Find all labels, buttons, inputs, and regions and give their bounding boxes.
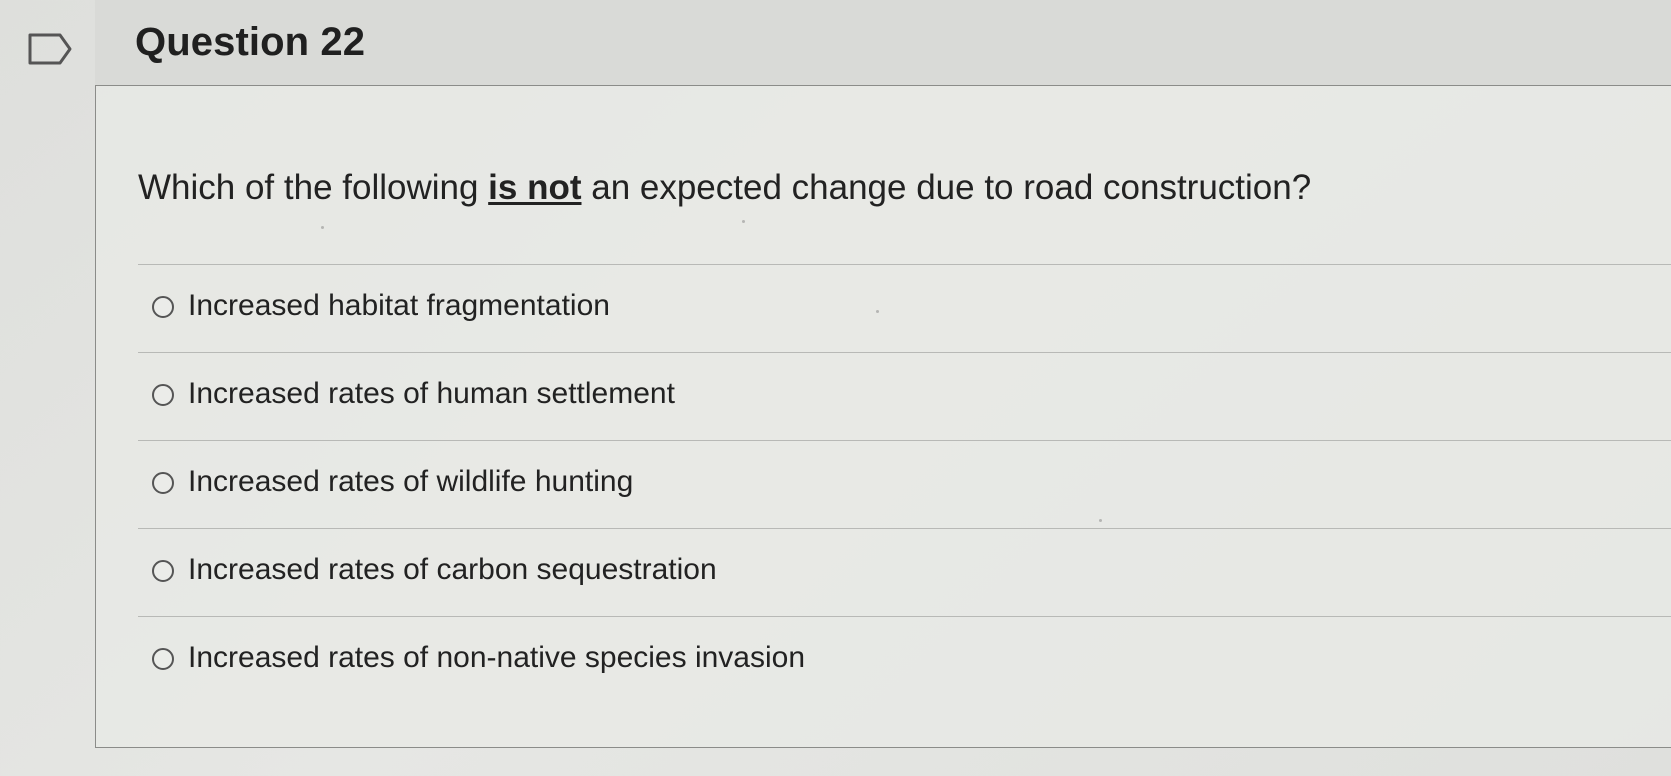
answer-list: Increased habitat fragmentation Increase… bbox=[138, 264, 1671, 704]
flag-icon[interactable] bbox=[28, 33, 72, 65]
radio-button-icon[interactable] bbox=[152, 560, 174, 582]
question-prompt-emphasis: is not bbox=[488, 168, 582, 207]
screen-speck bbox=[321, 226, 324, 229]
answer-label: Increased habitat fragmentation bbox=[188, 289, 610, 322]
answer-label: Increased rates of human settlement bbox=[188, 377, 675, 410]
radio-button-icon[interactable] bbox=[152, 648, 174, 670]
radio-button-icon[interactable] bbox=[152, 472, 174, 494]
answer-label: Increased rates of wildlife hunting bbox=[188, 465, 634, 498]
answer-label: Increased rates of carbon sequestration bbox=[188, 553, 717, 586]
question-prompt-start: Which of the following bbox=[138, 168, 489, 207]
question-header: Question 22 bbox=[95, 0, 1671, 86]
screen-speck bbox=[1099, 519, 1102, 522]
answer-option-wildlife-hunting[interactable]: Increased rates of wildlife hunting bbox=[138, 440, 1671, 528]
question-panel: Which of the following is not an expecte… bbox=[95, 86, 1671, 748]
answer-option-human-settlement[interactable]: Increased rates of human settlement bbox=[138, 352, 1671, 440]
radio-button-icon[interactable] bbox=[152, 384, 174, 406]
answer-option-non-native-species-invasion[interactable]: Increased rates of non-native species in… bbox=[138, 616, 1671, 704]
answer-option-carbon-sequestration[interactable]: Increased rates of carbon sequestration bbox=[138, 528, 1671, 616]
question-prompt-end: an expected change due to road construct… bbox=[581, 168, 1312, 207]
answer-label: Increased rates of non-native species in… bbox=[188, 641, 806, 674]
question-title: Question 22 bbox=[135, 20, 366, 64]
screen-speck bbox=[876, 310, 879, 313]
question-prompt: Which of the following is not an expecte… bbox=[138, 170, 1311, 205]
answer-option-habitat-fragmentation[interactable]: Increased habitat fragmentation bbox=[138, 264, 1671, 352]
screen-speck bbox=[742, 220, 745, 223]
radio-button-icon[interactable] bbox=[152, 296, 174, 318]
